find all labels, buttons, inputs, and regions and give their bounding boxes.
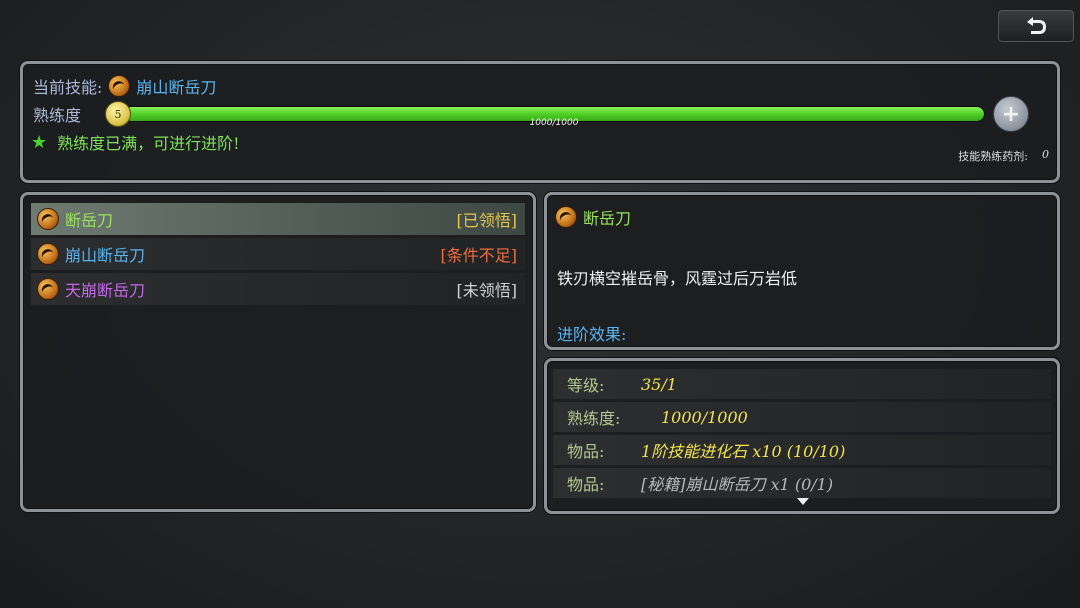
- skill-detail-panel: 断岳刀 铁刃横空摧岳骨，风霆过后万岩低 进阶效果:: [544, 192, 1060, 350]
- requirement-row: 等级: 35/1: [553, 369, 1051, 399]
- skill-item-status: [条件不足]: [440, 246, 518, 265]
- skill-item-bengshan[interactable]: 崩山断岳刀 [条件不足]: [31, 238, 525, 270]
- requirement-row[interactable]: 物品: [秘籍]崩山断岳刀 x1 (0/1): [553, 468, 1051, 498]
- requirement-row: 熟练度: 1000/1000: [553, 402, 1051, 432]
- potion-count: 0: [1042, 148, 1049, 161]
- detail-header: 断岳刀: [555, 205, 631, 229]
- requirement-label: 等级:: [567, 376, 605, 395]
- skill-blade-icon: [555, 206, 577, 228]
- requirements-panel: 等级: 35/1 熟练度: 1000/1000 物品: 1阶技能进化石 x10 …: [544, 358, 1060, 514]
- skill-item-status: [未领悟]: [456, 281, 518, 300]
- current-skill-label: 当前技能:: [33, 78, 103, 97]
- advance-effect-label: 进阶效果:: [557, 325, 627, 344]
- requirement-value: 1阶技能进化石 x10 (10/10): [641, 442, 846, 461]
- skill-blade-icon: [37, 278, 59, 300]
- full-message-text: 熟练度已满，可进行进阶!: [57, 134, 240, 153]
- current-skill-name: 崩山断岳刀: [136, 78, 217, 97]
- current-skill-row: 当前技能: 崩山断岳刀: [33, 74, 216, 98]
- skill-item-status: [已领悟]: [456, 211, 518, 230]
- skill-blade-icon: [37, 208, 59, 230]
- requirement-label: 熟练度:: [567, 409, 621, 428]
- detail-skill-name: 断岳刀: [583, 209, 632, 228]
- skill-item-name: 天崩断岳刀: [65, 281, 146, 300]
- skill-item-tianbeng[interactable]: 天崩断岳刀 [未领悟]: [31, 273, 525, 305]
- proficiency-label: 熟练度: [33, 106, 82, 125]
- requirement-value: 1000/1000: [661, 407, 748, 427]
- skill-item-duanyuedao[interactable]: 断岳刀 [已领悟]: [31, 203, 525, 235]
- proficiency-row: 熟练度: [33, 102, 105, 126]
- star-icon: ★: [31, 131, 48, 153]
- proficiency-value: 1000/1000: [529, 118, 579, 128]
- requirement-row: 物品: 1阶技能进化石 x10 (10/10): [553, 435, 1051, 465]
- plus-icon: +: [1001, 101, 1021, 127]
- skill-list: 断岳刀 [已领悟] 崩山断岳刀 [条件不足] 天崩断岳刀 [未领悟]: [31, 203, 525, 308]
- requirement-label: 物品:: [567, 475, 605, 494]
- scroll-down-arrow-icon[interactable]: [797, 498, 809, 505]
- requirements-list: 等级: 35/1 熟练度: 1000/1000 物品: 1阶技能进化石 x10 …: [553, 369, 1051, 501]
- requirement-label: 物品:: [567, 442, 605, 461]
- proficiency-potion: 技能熟练药剂: 0: [958, 148, 1049, 164]
- detail-description: 铁刃横空摧岳骨，风霆过后万岩低: [557, 269, 798, 288]
- potion-label: 技能熟练药剂:: [958, 150, 1028, 163]
- requirement-value: 35/1: [641, 374, 677, 394]
- current-skill-panel: 当前技能: 崩山断岳刀 熟练度 5 1000/1000 + ★ 熟练度已满，可进…: [20, 61, 1060, 183]
- skill-item-name: 崩山断岳刀: [65, 246, 146, 265]
- skill-blade-icon: [37, 243, 59, 265]
- proficiency-level-badge: 5: [105, 101, 131, 127]
- skill-item-name: 断岳刀: [65, 211, 114, 230]
- proficiency-full-message: ★ 熟练度已满，可进行进阶!: [31, 130, 240, 154]
- back-arrow-icon: [1027, 17, 1046, 34]
- skill-blade-icon: [108, 75, 131, 97]
- requirement-value: [秘籍]崩山断岳刀 x1 (0/1): [641, 475, 834, 494]
- add-proficiency-button[interactable]: +: [993, 96, 1029, 132]
- back-button[interactable]: [998, 10, 1074, 42]
- skill-list-panel: 断岳刀 [已领悟] 崩山断岳刀 [条件不足] 天崩断岳刀 [未领悟]: [20, 192, 536, 512]
